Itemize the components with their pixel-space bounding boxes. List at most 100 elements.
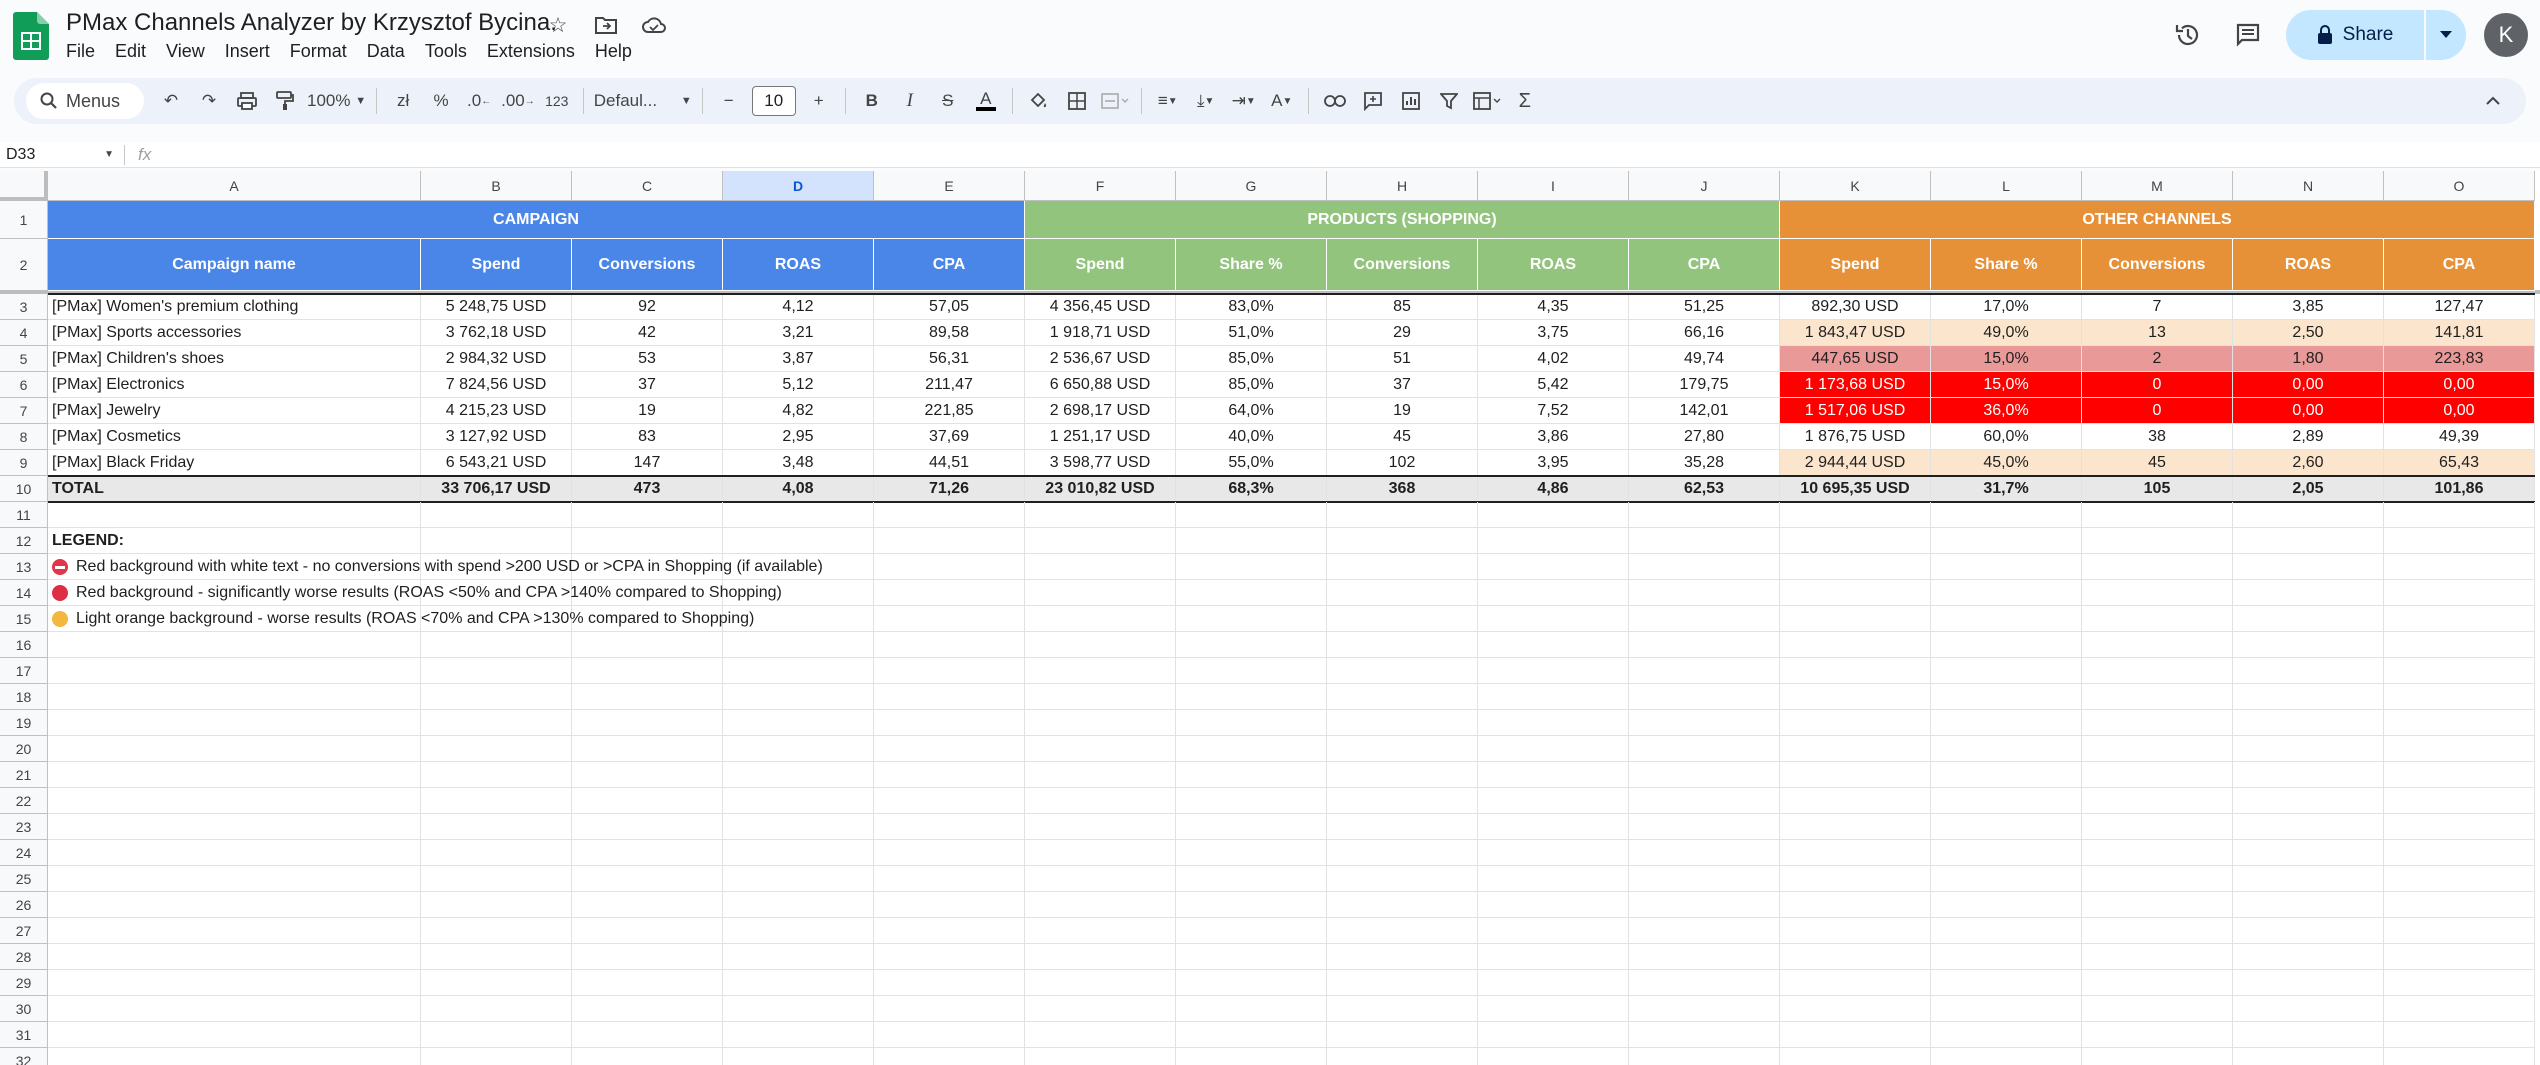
- row-header-13[interactable]: 13: [0, 554, 48, 580]
- data-cell[interactable]: 42: [572, 320, 723, 346]
- data-cell[interactable]: 5,42: [1478, 372, 1629, 398]
- decrease-font-size-icon[interactable]: −: [710, 83, 748, 119]
- star-icon[interactable]: ☆: [541, 10, 575, 40]
- undo-icon[interactable]: ↶: [152, 83, 190, 119]
- comments-icon[interactable]: [2226, 13, 2270, 57]
- data-cell[interactable]: 57,05: [874, 294, 1025, 320]
- data-cell[interactable]: 127,47: [2384, 294, 2535, 320]
- data-cell[interactable]: 85: [1327, 294, 1478, 320]
- column-header-o[interactable]: O: [2384, 171, 2535, 201]
- data-cell[interactable]: 7: [2082, 294, 2233, 320]
- data-cell[interactable]: 29: [1327, 320, 1478, 346]
- data-cell[interactable]: 3 762,18 USD: [421, 320, 572, 346]
- column-title-cpa[interactable]: CPA: [874, 239, 1025, 291]
- campaign-name-cell[interactable]: [PMax] Women's premium clothing: [48, 294, 421, 320]
- data-cell[interactable]: 2,95: [723, 424, 874, 450]
- data-cell[interactable]: 211,47: [874, 372, 1025, 398]
- data-cell[interactable]: 223,83: [2384, 346, 2535, 372]
- redo-icon[interactable]: ↷: [190, 83, 228, 119]
- data-cell[interactable]: 3,85: [2233, 294, 2384, 320]
- data-cell[interactable]: 2 536,67 USD: [1025, 346, 1176, 372]
- column-header-i[interactable]: I: [1478, 171, 1629, 201]
- move-folder-icon[interactable]: [589, 10, 623, 40]
- data-cell[interactable]: 1 843,47 USD: [1780, 320, 1931, 346]
- column-header-e[interactable]: E: [874, 171, 1025, 201]
- row-header-2[interactable]: 2: [0, 239, 48, 291]
- data-cell[interactable]: 102: [1327, 450, 1478, 476]
- row-header-30[interactable]: 30: [0, 996, 48, 1022]
- row-header-18[interactable]: 18: [0, 684, 48, 710]
- menu-insert[interactable]: Insert: [215, 39, 280, 64]
- column-header-m[interactable]: M: [2082, 171, 2233, 201]
- data-cell[interactable]: 15,0%: [1931, 346, 2082, 372]
- row-header-21[interactable]: 21: [0, 762, 48, 788]
- document-title[interactable]: PMax Channels Analyzer by Krzysztof Byci…: [66, 9, 557, 37]
- row-header-9[interactable]: 9: [0, 450, 48, 476]
- row-header-11[interactable]: 11: [0, 502, 48, 528]
- column-header-g[interactable]: G: [1176, 171, 1327, 201]
- total-cell[interactable]: 33 706,17 USD: [421, 476, 572, 502]
- data-cell[interactable]: 37: [1327, 372, 1478, 398]
- data-cell[interactable]: 141,81: [2384, 320, 2535, 346]
- data-cell[interactable]: 4,82: [723, 398, 874, 424]
- text-rotation-icon[interactable]: A ▼: [1263, 83, 1301, 119]
- row-header-14[interactable]: 14: [0, 580, 48, 606]
- data-cell[interactable]: 0: [2082, 398, 2233, 424]
- data-cell[interactable]: 35,28: [1629, 450, 1780, 476]
- menu-help[interactable]: Help: [585, 39, 642, 64]
- section-campaign[interactable]: CAMPAIGN: [48, 201, 1025, 239]
- column-title-spend[interactable]: Spend: [1780, 239, 1931, 291]
- total-cell[interactable]: 71,26: [874, 476, 1025, 502]
- data-cell[interactable]: 3,48: [723, 450, 874, 476]
- row-header-20[interactable]: 20: [0, 736, 48, 762]
- total-cell[interactable]: 62,53: [1629, 476, 1780, 502]
- data-cell[interactable]: 2 984,32 USD: [421, 346, 572, 372]
- total-cell[interactable]: 10 695,35 USD: [1780, 476, 1931, 502]
- data-cell[interactable]: 0,00: [2384, 398, 2535, 424]
- total-cell[interactable]: 368: [1327, 476, 1478, 502]
- row-header-32[interactable]: 32: [0, 1048, 48, 1065]
- column-header-b[interactable]: B: [421, 171, 572, 201]
- row-header-4[interactable]: 4: [0, 320, 48, 346]
- data-cell[interactable]: 179,75: [1629, 372, 1780, 398]
- total-cell[interactable]: 68,3%: [1176, 476, 1327, 502]
- share-button[interactable]: Share: [2286, 10, 2424, 60]
- data-cell[interactable]: 1 251,17 USD: [1025, 424, 1176, 450]
- column-title-roas[interactable]: ROAS: [723, 239, 874, 291]
- data-cell[interactable]: 3,21: [723, 320, 874, 346]
- data-cell[interactable]: 7 824,56 USD: [421, 372, 572, 398]
- data-cell[interactable]: 221,85: [874, 398, 1025, 424]
- data-cell[interactable]: 2 698,17 USD: [1025, 398, 1176, 424]
- column-header-k[interactable]: K: [1780, 171, 1931, 201]
- filter-icon[interactable]: [1430, 83, 1468, 119]
- total-cell[interactable]: 23 010,82 USD: [1025, 476, 1176, 502]
- data-cell[interactable]: 4 356,45 USD: [1025, 294, 1176, 320]
- data-cell[interactable]: 45: [1327, 424, 1478, 450]
- row-header-31[interactable]: 31: [0, 1022, 48, 1048]
- column-title-conversions[interactable]: Conversions: [2082, 239, 2233, 291]
- total-cell[interactable]: 31,7%: [1931, 476, 2082, 502]
- menu-edit[interactable]: Edit: [105, 39, 156, 64]
- data-cell[interactable]: 0: [2082, 372, 2233, 398]
- data-cell[interactable]: 447,65 USD: [1780, 346, 1931, 372]
- data-cell[interactable]: 4 215,23 USD: [421, 398, 572, 424]
- data-cell[interactable]: 3,86: [1478, 424, 1629, 450]
- data-cell[interactable]: 37: [572, 372, 723, 398]
- total-cell[interactable]: 4,08: [723, 476, 874, 502]
- insert-chart-icon[interactable]: [1392, 83, 1430, 119]
- data-cell[interactable]: 89,58: [874, 320, 1025, 346]
- row-header-10[interactable]: 10: [0, 476, 48, 502]
- column-title-spend[interactable]: Spend: [1025, 239, 1176, 291]
- column-title-share[interactable]: Share %: [1176, 239, 1327, 291]
- data-cell[interactable]: 3,87: [723, 346, 874, 372]
- data-cell[interactable]: 65,43: [2384, 450, 2535, 476]
- row-header-7[interactable]: 7: [0, 398, 48, 424]
- row-header-19[interactable]: 19: [0, 710, 48, 736]
- fill-color-icon[interactable]: [1020, 83, 1058, 119]
- section-products-shopping[interactable]: PRODUCTS (SHOPPING): [1025, 201, 1780, 239]
- menu-data[interactable]: Data: [357, 39, 415, 64]
- row-header-25[interactable]: 25: [0, 866, 48, 892]
- row-header-27[interactable]: 27: [0, 918, 48, 944]
- data-cell[interactable]: 6 543,21 USD: [421, 450, 572, 476]
- data-cell[interactable]: 2 944,44 USD: [1780, 450, 1931, 476]
